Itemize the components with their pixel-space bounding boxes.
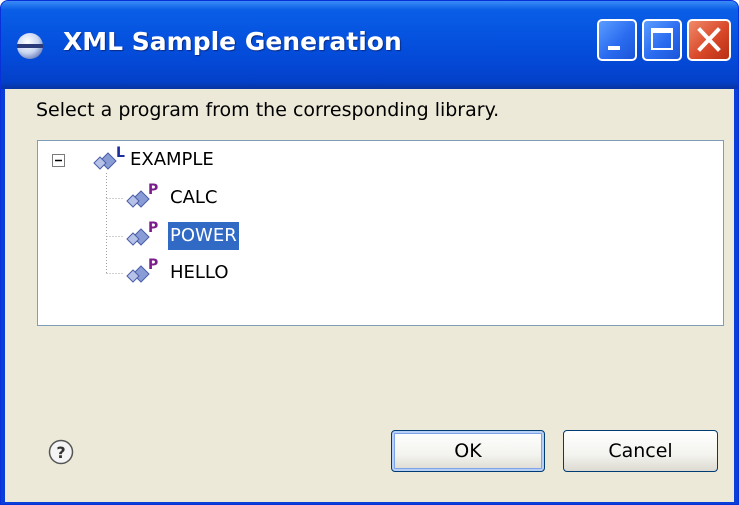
svg-text:P: P	[148, 257, 158, 273]
svg-text:P: P	[148, 220, 158, 236]
dialog-window: XML Sample Generation Select a program f…	[0, 0, 739, 505]
close-icon	[697, 27, 721, 52]
cancel-button[interactable]: Cancel	[563, 430, 718, 472]
program-icon: P	[126, 257, 158, 283]
library-icon: L	[93, 145, 125, 170]
ok-button[interactable]: OK	[391, 430, 545, 472]
tree-node-power[interactable]: POWER	[168, 222, 239, 250]
minimize-button[interactable]	[597, 19, 637, 61]
minimize-icon	[608, 46, 620, 50]
collapse-toggle-icon[interactable]	[52, 154, 65, 167]
tree-node-example[interactable]: EXAMPLE	[128, 146, 216, 174]
svg-text:L: L	[116, 145, 125, 161]
instruction-text: Select a program from the corresponding …	[36, 99, 500, 121]
program-icon: P	[126, 182, 158, 208]
maximize-button[interactable]	[642, 19, 682, 61]
close-button[interactable]	[687, 19, 731, 61]
tree-node-calc[interactable]: CALC	[168, 184, 219, 212]
window-title: XML Sample Generation	[63, 27, 402, 56]
program-tree[interactable]: L P P P EXAMPLE CALC POWER HELLO	[37, 140, 724, 326]
title-bar[interactable]: XML Sample Generation	[1, 1, 738, 89]
tree-node-hello[interactable]: HELLO	[168, 259, 231, 287]
svg-text:?: ?	[56, 443, 65, 462]
maximize-icon	[651, 28, 673, 50]
help-icon[interactable]: ?	[48, 439, 74, 465]
eclipse-icon	[17, 33, 43, 59]
dialog-body: Select a program from the corresponding …	[5, 89, 734, 502]
program-icon: P	[126, 220, 158, 246]
svg-text:P: P	[148, 182, 158, 198]
